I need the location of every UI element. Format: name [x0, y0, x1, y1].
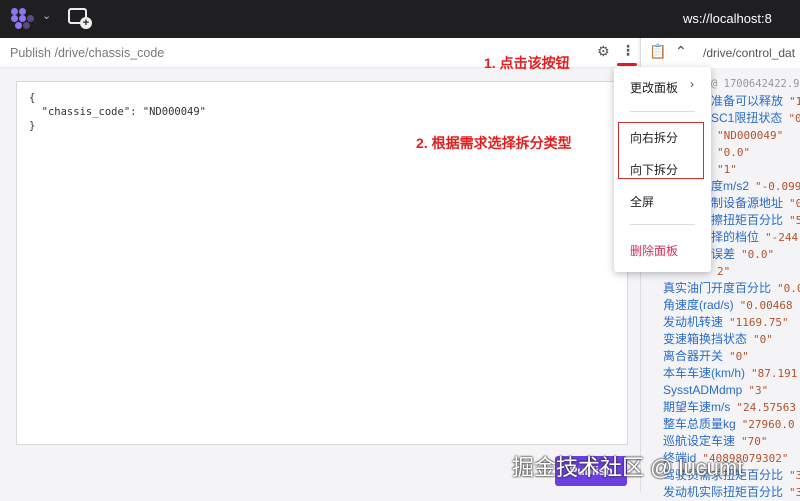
collapse-icon[interactable]: ⌃: [675, 43, 687, 60]
message-field: 发动机实际扭矩百分比 "3: [663, 484, 800, 501]
field-value: "87.191: [751, 367, 798, 380]
field-value: "0.00468: [739, 299, 793, 312]
field-value: "-244: [765, 231, 799, 244]
message-field: 期望车速m/s "24.57563: [663, 399, 800, 416]
field-key: 本车车速(km/h): [663, 366, 745, 380]
field-key: 发动机转速: [663, 315, 724, 329]
field-key: 发动机实际扭矩百分比: [663, 485, 784, 499]
field-key: 误差: [711, 247, 736, 261]
field-key: 真实油门开度百分比: [663, 281, 772, 295]
menu-item-delete-panel[interactable]: 删除面板: [630, 242, 678, 259]
top-bar: ⌄ + ws://localhost:8: [0, 0, 800, 38]
field-value: "3: [789, 469, 800, 482]
menu-item-fullscreen[interactable]: 全屏: [630, 193, 654, 210]
chevron-right-icon: ›: [690, 77, 694, 91]
field-key: 度m/s2: [711, 179, 750, 193]
message-field: 发动机转速 "1169.75": [663, 314, 800, 331]
message-field: 离合器开关 "0": [663, 348, 800, 365]
field-key: 准备可以释放: [711, 94, 784, 108]
app-logo-icon[interactable]: [11, 8, 39, 30]
message-field: 本车车速(km/h) "87.191: [663, 365, 800, 382]
field-value: "0: [789, 197, 800, 210]
field-value: "24.57563: [736, 401, 796, 414]
field-key: 巡航设定车速: [663, 434, 736, 448]
message-field: 变速箱换挡状态 "0": [663, 331, 800, 348]
message-field: 角速度(rad/s) "0.00468: [663, 297, 800, 314]
field-value: "70": [741, 435, 768, 448]
menu-item-split-right[interactable]: 向右拆分: [630, 129, 678, 146]
annotation-step2: 2. 根据需求选择拆分类型: [416, 135, 572, 151]
message-field: 整车总质量kg "27960.0: [663, 416, 800, 433]
menu-item-split-down[interactable]: 向下拆分: [630, 161, 678, 178]
divider: [630, 111, 695, 112]
message-field: SysstADMdmp "3": [663, 382, 800, 399]
field-key: 期望车速m/s: [663, 400, 731, 414]
topic-path[interactable]: /drive/control_dat: [703, 46, 795, 60]
highlight-underline: [617, 63, 637, 66]
field-key: 离合器开关: [663, 349, 724, 363]
field-key: 变速箱换挡状态: [663, 332, 748, 346]
field-value: "ND000049": [717, 129, 784, 142]
field-value: "5: [789, 214, 800, 227]
publish-panel: Publish /drive/chassis_code ⚙ ⋮ { "chass…: [0, 38, 638, 492]
field-key: 择的档位: [711, 230, 760, 244]
annotation-step1: 1. 点击该按钮: [484, 55, 570, 71]
field-value: "0.0": [741, 248, 775, 261]
field-key: 擦扭矩百分比: [711, 213, 784, 227]
field-value: "0": [753, 333, 773, 346]
field-key: SC1限扭状态: [711, 111, 783, 125]
field-value: "-0.099: [755, 180, 800, 193]
panel-header: 📋 ⌃ /drive/control_dat: [641, 38, 800, 68]
watermark: 掘金技术社区 @ lucumt: [512, 455, 744, 480]
more-options-icon[interactable]: ⋮: [621, 42, 635, 59]
gear-icon[interactable]: ⚙: [597, 43, 610, 60]
field-value: "27960.0: [741, 418, 795, 431]
field-key: 制设备源地址: [711, 196, 784, 210]
field-value: "0.0: [777, 282, 800, 295]
field-key: 整车总质量kg: [663, 417, 736, 431]
field-value: "1169.75": [729, 316, 789, 329]
add-window-icon[interactable]: +: [68, 8, 92, 29]
menu-item-change-panel[interactable]: 更改面板: [630, 79, 678, 96]
connection-url: ws://localhost:8: [683, 11, 772, 26]
field-value: "1": [717, 163, 737, 176]
field-value: "3": [748, 384, 769, 397]
field-key: 角速度(rad/s): [663, 298, 734, 312]
message-field: 真实油门开度百分比 "0.0: [663, 280, 800, 297]
field-value: "0.0": [717, 146, 751, 159]
copy-icon[interactable]: 📋: [649, 43, 666, 60]
divider: [630, 224, 695, 225]
chevron-down-icon[interactable]: ⌄: [42, 9, 51, 22]
field-key: SysstADMdmp: [663, 383, 743, 397]
timestamp: @ 1700642422.9: [711, 78, 800, 90]
panel-options-menu: 更改面板 › 向右拆分 向下拆分 全屏 删除面板: [614, 67, 711, 272]
field-value: "0: [788, 112, 800, 125]
panel-title: Publish /drive/chassis_code: [10, 46, 165, 60]
field-value: "1: [789, 95, 800, 108]
message-field: 巡航设定车速 "70": [663, 433, 800, 450]
field-value: "0": [729, 350, 749, 363]
field-value: "3: [789, 486, 800, 499]
field-value: 2": [717, 265, 731, 278]
